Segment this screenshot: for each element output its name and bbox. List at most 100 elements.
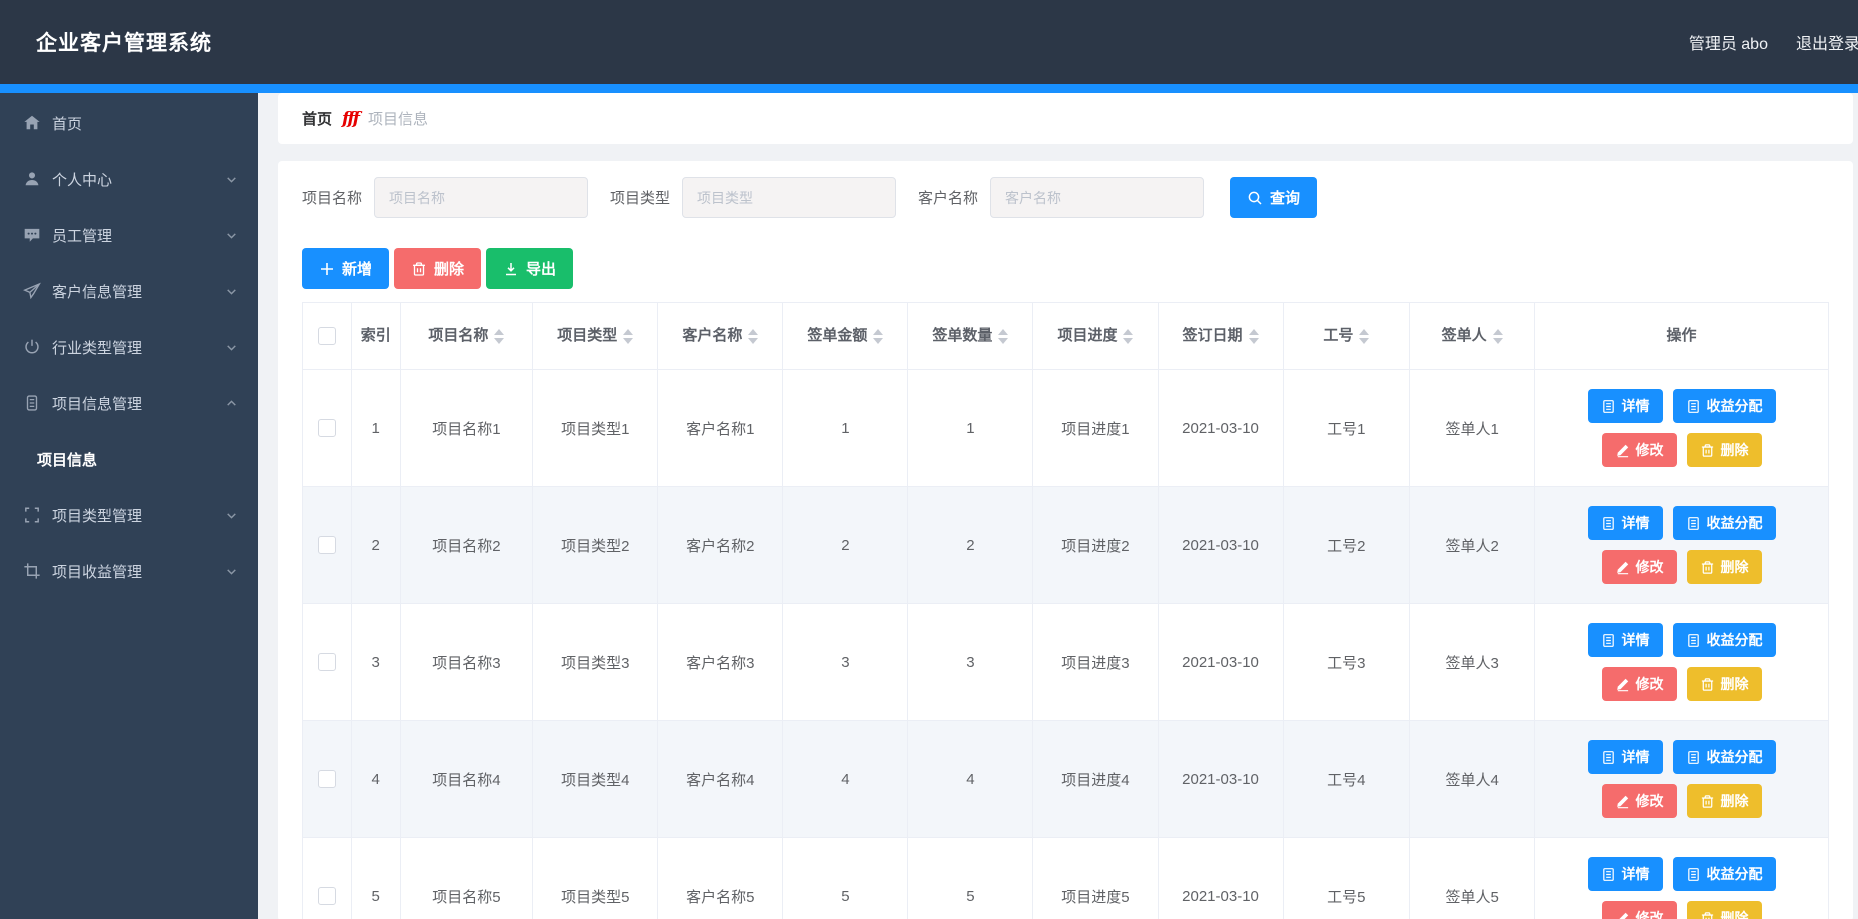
detail-button[interactable]: 详情 [1588, 857, 1663, 891]
row-checkbox[interactable] [318, 536, 336, 554]
edit-button[interactable]: 修改 [1602, 667, 1677, 701]
column-header[interactable]: 签单数量 [908, 303, 1033, 369]
edit-button-label: 修改 [1636, 908, 1664, 919]
delete-button[interactable]: 删除 [1687, 550, 1762, 584]
cell-project-progress: 项目进度2 [1033, 487, 1158, 603]
detail-button[interactable]: 详情 [1588, 740, 1663, 774]
income-assign-button[interactable]: 收益分配 [1673, 623, 1776, 657]
sidebar-item-project-income-mgmt[interactable]: 项目收益管理 [0, 543, 258, 599]
column-header-label: 索引 [361, 325, 391, 347]
sidebar-item-label: 员工管理 [52, 225, 225, 246]
action-line-2: 修改 删除 [1602, 550, 1762, 584]
row-checkbox[interactable] [318, 653, 336, 671]
cell-worker-id: 工号4 [1284, 721, 1411, 837]
sort-icon[interactable] [998, 329, 1008, 344]
sidebar-item-label: 项目收益管理 [52, 561, 225, 582]
edit-button[interactable]: 修改 [1602, 433, 1677, 467]
cell-sign-quantity: 5 [908, 838, 1033, 919]
delete-button[interactable]: 删除 [1687, 667, 1762, 701]
sort-icon[interactable] [1359, 329, 1369, 344]
chevron-down-icon [225, 565, 238, 578]
delete-button[interactable]: 删除 [1687, 901, 1762, 919]
edit-button[interactable]: 修改 [1602, 901, 1677, 919]
column-header[interactable]: 项目进度 [1033, 303, 1158, 369]
action-line-2: 修改 删除 [1602, 901, 1762, 919]
row-checkbox[interactable] [318, 419, 336, 437]
edit-button[interactable]: 修改 [1602, 550, 1677, 584]
sort-icon[interactable] [494, 329, 504, 344]
cell-project-type: 项目类型1 [533, 370, 658, 486]
sort-icon[interactable] [1123, 329, 1133, 344]
sort-icon[interactable] [1249, 329, 1259, 344]
income-assign-button[interactable]: 收益分配 [1673, 389, 1776, 423]
search-group-project-name: 项目名称 [302, 177, 588, 218]
sidebar-item-industry-type-mgmt[interactable]: 行业类型管理 [0, 319, 258, 375]
logout-link[interactable]: 退出登录 [1796, 30, 1858, 54]
cell-worker-id: 工号5 [1284, 838, 1411, 919]
column-header[interactable]: 签单人 [1410, 303, 1535, 369]
add-button-label: 新增 [342, 258, 372, 279]
income-assign-button[interactable]: 收益分配 [1673, 506, 1776, 540]
sidebar-subitem-project-info[interactable]: 项目信息 [0, 431, 258, 487]
sidebar-item-employee-mgmt[interactable]: 员工管理 [0, 207, 258, 263]
project-type-input[interactable] [682, 177, 896, 218]
bulk-delete-button[interactable]: 删除 [394, 248, 481, 289]
cell-sign-quantity: 2 [908, 487, 1033, 603]
row-select-cell [303, 721, 352, 837]
income-assign-button[interactable]: 收益分配 [1673, 857, 1776, 891]
income-assign-button[interactable]: 收益分配 [1673, 740, 1776, 774]
detail-button[interactable]: 详情 [1588, 623, 1663, 657]
delete-button[interactable]: 删除 [1687, 784, 1762, 818]
search-group-project-type: 项目类型 [610, 177, 896, 218]
field-label: 项目名称 [302, 187, 362, 208]
add-button[interactable]: 新增 [302, 248, 389, 289]
action-line-1: 详情 收益分配 [1588, 623, 1776, 657]
cell-actions: 详情 收益分配 修改 [1535, 604, 1828, 720]
column-header[interactable]: 签单金额 [783, 303, 908, 369]
cell-project-name: 项目名称5 [401, 838, 534, 919]
sidebar-item-project-info-mgmt[interactable]: 项目信息管理 [0, 375, 258, 431]
sort-icon[interactable] [873, 329, 883, 344]
export-button[interactable]: 导出 [486, 248, 573, 289]
sort-icon[interactable] [748, 329, 758, 344]
search-button-label: 查询 [1270, 187, 1300, 208]
search-button[interactable]: 查询 [1230, 177, 1317, 218]
column-header-label: 项目类型 [557, 325, 617, 347]
sidebar-item-customer-info-mgmt[interactable]: 客户信息管理 [0, 263, 258, 319]
pencil-icon [1615, 794, 1630, 809]
cell-worker-id: 工号3 [1284, 604, 1411, 720]
doc-icon [1601, 399, 1616, 414]
sidebar-item-personal-center[interactable]: 个人中心 [0, 151, 258, 207]
sort-icon[interactable] [1493, 329, 1503, 344]
breadcrumb-home-link[interactable]: 首页 [302, 108, 332, 129]
project-name-input[interactable] [374, 177, 588, 218]
customer-name-input[interactable] [990, 177, 1204, 218]
detail-button[interactable]: 详情 [1588, 506, 1663, 540]
sidebar-item-label: 项目类型管理 [52, 505, 225, 526]
chevron-down-icon [225, 173, 238, 186]
column-header[interactable]: 签订日期 [1159, 303, 1284, 369]
pencil-icon [1615, 560, 1630, 575]
row-select-cell [303, 487, 352, 603]
sidebar-item-home[interactable]: 首页 [0, 95, 258, 151]
delete-button[interactable]: 删除 [1687, 433, 1762, 467]
detail-button[interactable]: 详情 [1588, 389, 1663, 423]
column-header[interactable]: 项目类型 [533, 303, 658, 369]
admin-user-link[interactable]: 管理员 abo [1689, 30, 1768, 54]
edit-button[interactable]: 修改 [1602, 784, 1677, 818]
column-header[interactable]: 索引 [352, 303, 401, 369]
row-checkbox[interactable] [318, 770, 336, 788]
cell-project-type: 项目类型5 [533, 838, 658, 919]
select-all-checkbox[interactable] [318, 327, 336, 345]
sidebar-item-project-type-mgmt[interactable]: 项目类型管理 [0, 487, 258, 543]
column-header[interactable]: 操作 [1535, 303, 1828, 369]
edit-button-label: 修改 [1636, 674, 1664, 694]
action-line-1: 详情 收益分配 [1588, 740, 1776, 774]
cell-signer: 签单人3 [1410, 604, 1535, 720]
column-header[interactable]: 客户名称 [658, 303, 783, 369]
column-header[interactable]: 工号 [1284, 303, 1411, 369]
column-header[interactable]: 项目名称 [401, 303, 534, 369]
row-checkbox[interactable] [318, 887, 336, 905]
sort-icon[interactable] [623, 329, 633, 344]
column-header-label: 工号 [1323, 325, 1353, 347]
